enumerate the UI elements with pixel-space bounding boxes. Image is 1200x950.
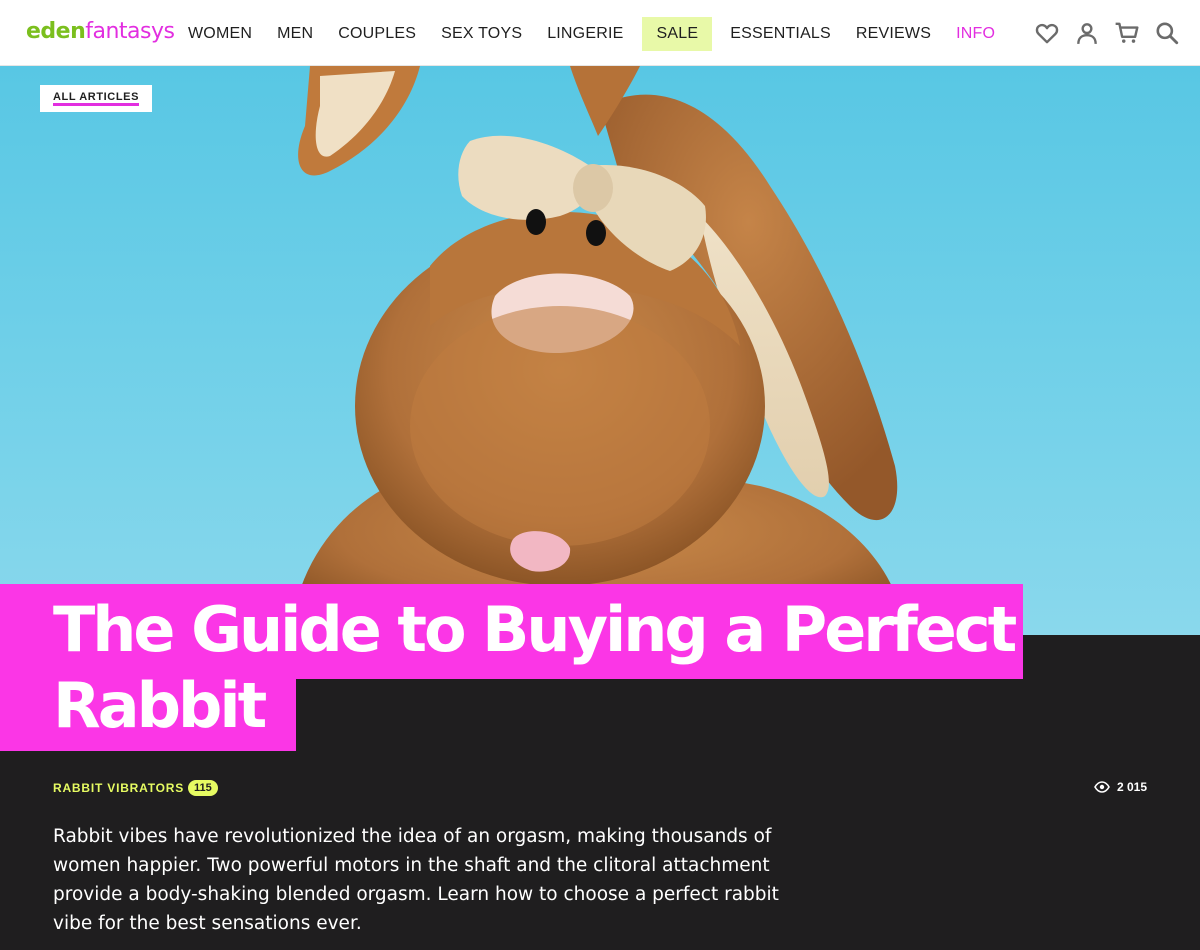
hero-image: ALL ARTICLES [0, 66, 1200, 635]
article-intro: Rabbit vibes have revolutionized the ide… [53, 826, 779, 934]
cart-icon[interactable] [1114, 19, 1140, 47]
nav-info[interactable]: INFO [944, 17, 1007, 51]
category-tag[interactable]: RABBIT VIBRATORS 115 [53, 780, 218, 796]
nav-reviews[interactable]: REVIEWS [844, 17, 943, 51]
all-articles-link[interactable]: ALL ARTICLES [40, 85, 153, 112]
heart-icon[interactable] [1034, 19, 1060, 47]
nav-couples[interactable]: COUPLES [326, 17, 428, 51]
all-articles-label: ALL ARTICLES [53, 91, 140, 106]
category-label: RABBIT VIBRATORS [53, 781, 185, 795]
header-icons [1034, 19, 1180, 47]
article-title: The Guide to Buying a Perfect Rabbit [53, 593, 1017, 742]
eye-icon [1094, 781, 1110, 793]
category-count-badge: 115 [188, 780, 218, 796]
view-count: 2 015 [1094, 780, 1147, 794]
site-header: edenfantasys WOMEN MEN COUPLES SEX TOYS … [0, 0, 1200, 66]
nav-sale[interactable]: SALE [642, 17, 713, 51]
logo-part-eden: eden [26, 19, 86, 44]
nav-women[interactable]: WOMEN [176, 17, 264, 51]
search-icon[interactable] [1154, 19, 1180, 47]
site-logo[interactable]: edenfantasys [26, 19, 175, 44]
user-icon[interactable] [1074, 19, 1100, 47]
logo-part-fantasys: fantasys [85, 19, 175, 44]
plush-bunny-illustration [290, 66, 905, 635]
nav-essentials[interactable]: ESSENTIALS [718, 17, 843, 51]
nav-sex-toys[interactable]: SEX TOYS [429, 17, 534, 51]
nav-lingerie[interactable]: LINGERIE [535, 17, 635, 51]
main-nav: WOMEN MEN COUPLES SEX TOYS LINGERIE SALE… [176, 17, 1008, 51]
nav-men[interactable]: MEN [265, 17, 325, 51]
view-count-value: 2 015 [1116, 780, 1147, 794]
